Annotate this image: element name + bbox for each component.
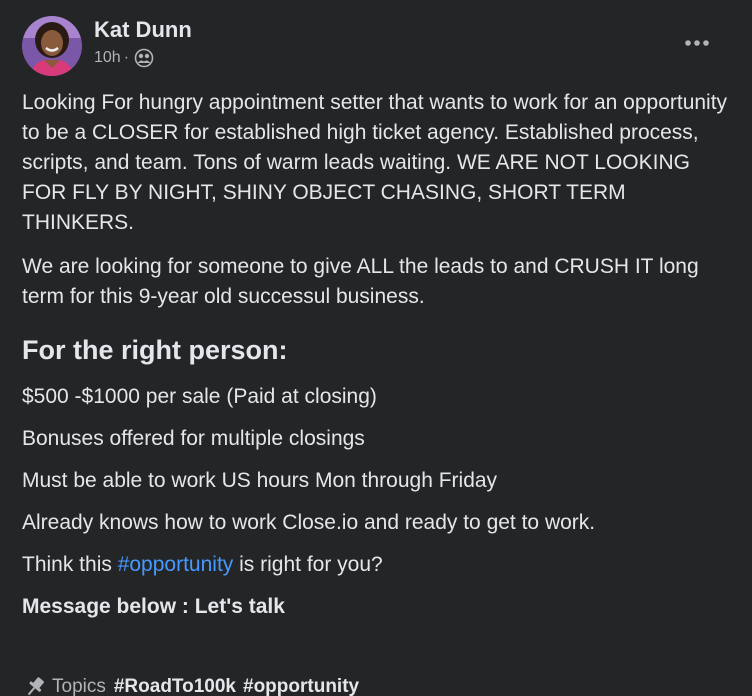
post-line: Must be able to work US hours Mon throug…	[22, 469, 498, 492]
topics-label: Topics	[52, 676, 106, 696]
post-cta: Message below : Let's talk	[22, 595, 285, 618]
more-options-button[interactable]	[682, 33, 712, 53]
post-line: Bonuses offered for multiple closings	[22, 427, 365, 450]
post-header: Kat Dunn 10h ·	[22, 16, 192, 76]
friends-icon[interactable]	[134, 48, 154, 68]
post-question: Think this #opportunity is right for you…	[22, 550, 734, 580]
hashtag-link[interactable]: #opportunity	[118, 553, 234, 576]
topic-tag[interactable]: #RoadTo100k	[114, 672, 236, 696]
topic-tag[interactable]: #opportunity	[243, 672, 359, 696]
author-name[interactable]: Kat Dunn	[94, 16, 192, 44]
question-text: Think this	[22, 553, 118, 576]
avatar-image	[22, 16, 82, 76]
post-body: Looking For hungry appointment setter th…	[22, 88, 734, 622]
post-line: $500 -$1000 per sale (Paid at closing)	[22, 385, 377, 408]
meta-separator: ·	[123, 49, 130, 66]
post-heading: For the right person:	[22, 335, 288, 365]
post-paragraph: Looking For hungry appointment setter th…	[22, 91, 728, 234]
post-line: Already knows how to work Close.io and r…	[22, 511, 596, 534]
more-options-icon	[685, 40, 709, 46]
author-avatar[interactable]	[22, 16, 82, 76]
pin-icon	[22, 674, 48, 696]
post-paragraph: We are looking for someone to give ALL t…	[22, 255, 699, 308]
topics-row: Topics #RoadTo100k #opportunity	[22, 672, 359, 696]
question-text: is right for you?	[233, 553, 383, 576]
post-card: Kat Dunn 10h · Looking For hungry appoin…	[0, 0, 752, 696]
post-meta: 10h ·	[94, 47, 192, 69]
author-meta: Kat Dunn 10h ·	[94, 16, 192, 69]
post-timestamp[interactable]: 10h	[94, 47, 121, 69]
